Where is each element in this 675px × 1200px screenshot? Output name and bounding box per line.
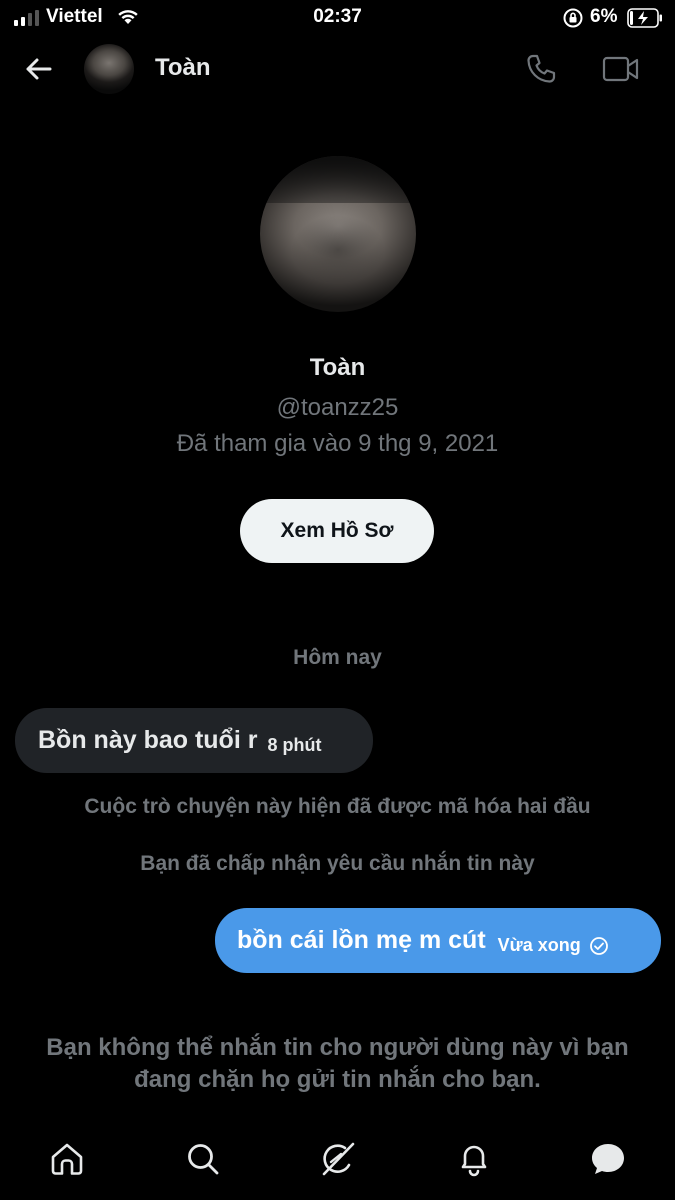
message-text: Bồn này bao tuổi r	[38, 726, 258, 754]
encryption-note: Cuộc trò chuyện này hiện đã được mã hóa …	[84, 795, 591, 818]
home-icon[interactable]	[48, 1140, 86, 1178]
sent-check-icon	[589, 936, 608, 955]
video-call-icon[interactable]	[602, 54, 640, 84]
orientation-lock-icon	[563, 8, 583, 28]
messages-icon[interactable]	[589, 1140, 627, 1178]
battery-icon	[627, 8, 662, 28]
date-separator: Hôm nay	[293, 646, 382, 669]
outgoing-message[interactable]: bồn cái lồn mẹ m cút Vừa xong	[215, 908, 661, 973]
phone-icon[interactable]	[524, 52, 558, 86]
notifications-icon[interactable]	[455, 1140, 493, 1178]
profile-joined-date: Đã tham gia vào 9 thg 9, 2021	[176, 430, 499, 457]
incoming-message[interactable]: Bồn này bao tuổi r 8 phút	[15, 708, 373, 773]
back-arrow-icon[interactable]	[22, 53, 54, 85]
blocked-notice: Bạn không thể nhắn tin cho người dùng nà…	[46, 1034, 629, 1093]
conversation-header: Toàn	[0, 36, 675, 102]
message-time: Vừa xong	[497, 935, 581, 955]
profile-handle: @toanzz25	[276, 394, 399, 421]
bottom-tab-bar	[0, 1120, 675, 1200]
search-icon[interactable]	[184, 1140, 222, 1178]
header-title[interactable]: Toàn	[155, 54, 211, 82]
view-profile-button[interactable]: Xem Hồ Sơ	[240, 499, 434, 563]
avatar[interactable]	[84, 44, 134, 94]
status-bar: Viettel 02:37 6%	[0, 0, 675, 36]
profile-name: Toàn	[309, 354, 366, 381]
grok-icon[interactable]	[319, 1140, 357, 1178]
profile-avatar[interactable]	[260, 156, 416, 312]
battery-percent: 6%	[590, 6, 618, 27]
request-accepted-note: Bạn đã chấp nhận yêu cầu nhắn tin này	[140, 852, 535, 875]
message-time: 8 phút	[267, 735, 322, 755]
message-text: bồn cái lồn mẹ m cút	[237, 926, 486, 954]
